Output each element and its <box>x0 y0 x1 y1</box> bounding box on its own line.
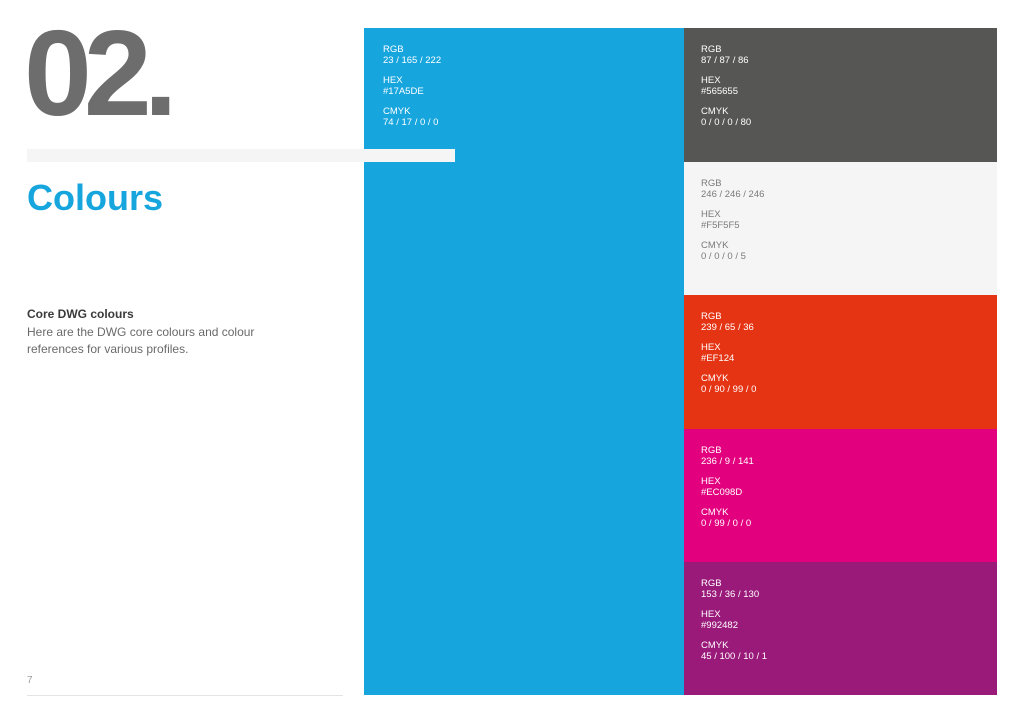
swatch-magenta: RGB 236 / 9 / 141 HEX #EC098D CMYK 0 / 9… <box>684 429 997 562</box>
footer-rule <box>27 695 343 696</box>
rgb-label: RGB <box>701 178 722 189</box>
hex-label: HEX <box>383 75 403 86</box>
hex-label: HEX <box>701 609 721 620</box>
cmyk-value: 0 / 0 / 0 / 5 <box>701 251 746 262</box>
cmyk-label: CMYK <box>701 640 729 651</box>
hex-label: HEX <box>701 342 721 353</box>
cmyk-label: CMYK <box>701 373 729 384</box>
rgb-label: RGB <box>701 311 722 322</box>
hex-value: #565655 <box>701 86 738 97</box>
hex-value: #EF124 <box>701 353 735 364</box>
rgb-label: RGB <box>383 44 404 55</box>
rgb-value: 239 / 65 / 36 <box>701 322 754 333</box>
intro-heading: Core DWG colours <box>27 307 134 321</box>
cmyk-value: 0 / 90 / 99 / 0 <box>701 384 757 395</box>
page-number: 7 <box>27 675 33 686</box>
hex-label: HEX <box>701 75 721 86</box>
intro-body: Here are the DWG core colours and colour… <box>27 325 255 356</box>
hex-label: HEX <box>701 476 721 487</box>
hex-value: #17A5DE <box>383 86 424 97</box>
section-divider <box>27 149 455 162</box>
rgb-value: 23 / 165 / 222 <box>383 55 442 66</box>
rgb-label: RGB <box>701 578 722 589</box>
cmyk-value: 0 / 99 / 0 / 0 <box>701 518 752 529</box>
cmyk-value: 74 / 17 / 0 / 0 <box>383 117 439 128</box>
cmyk-label: CMYK <box>701 106 729 117</box>
hex-value: #EC098D <box>701 487 743 498</box>
cmyk-label: CMYK <box>701 507 729 518</box>
rgb-value: 246 / 246 / 246 <box>701 189 765 200</box>
intro-block: Core DWG colours Here are the DWG core c… <box>27 307 287 358</box>
page-title: Colours <box>27 177 164 218</box>
cmyk-value: 45 / 100 / 10 / 1 <box>701 651 768 662</box>
cmyk-label: CMYK <box>701 240 729 251</box>
hex-value: #F5F5F5 <box>701 220 740 231</box>
swatch-dark-grey: RGB 87 / 87 / 86 HEX #565655 CMYK 0 / 0 … <box>684 28 997 162</box>
cmyk-value: 0 / 0 / 0 / 80 <box>701 117 752 128</box>
cmyk-label: CMYK <box>383 106 411 117</box>
hex-label: HEX <box>701 209 721 220</box>
section-number: 02. <box>24 5 178 141</box>
swatch-red: RGB 239 / 65 / 36 HEX #EF124 CMYK 0 / 90… <box>684 295 997 429</box>
rgb-value: 87 / 87 / 86 <box>701 55 749 66</box>
swatch-light-grey: RGB 246 / 246 / 246 HEX #F5F5F5 CMYK 0 /… <box>684 162 997 295</box>
rgb-value: 153 / 36 / 130 <box>701 589 760 600</box>
swatch-purple: RGB 153 / 36 / 130 HEX #992482 CMYK 45 /… <box>684 562 997 695</box>
rgb-label: RGB <box>701 445 722 456</box>
hex-value: #992482 <box>701 620 738 631</box>
swatch-blue: RGB 23 / 165 / 222 HEX #17A5DE CMYK 74 /… <box>364 28 684 695</box>
rgb-value: 236 / 9 / 141 <box>701 456 754 467</box>
rgb-label: RGB <box>701 44 722 55</box>
